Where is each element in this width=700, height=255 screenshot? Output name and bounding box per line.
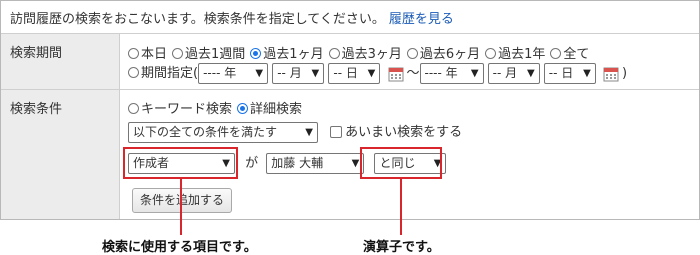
fuzzy-search-checkbox[interactable] (330, 126, 343, 138)
search-panel: 訪問履歴の検索をおこないます。検索条件を指定してください。 履歴を見る 検索期間 … (0, 0, 700, 220)
radio-icon (550, 48, 562, 59)
field-callout-line (180, 179, 182, 235)
radio-selected-icon (237, 103, 249, 114)
radio-selected-icon (250, 48, 262, 59)
period-option-today[interactable]: 本日 (128, 47, 167, 62)
condition-mode: キーワード検索 詳細検索 (128, 98, 307, 117)
radio-icon (328, 48, 340, 59)
period-option-3months[interactable]: 過去3ヶ月 (328, 47, 402, 62)
chevron-down-icon: ▼ (367, 68, 376, 79)
chevron-down-icon: ▼ (583, 68, 591, 79)
radio-icon (128, 103, 139, 114)
period-option-6months[interactable]: 過去6ヶ月 (406, 47, 480, 62)
value-select[interactable]: 加藤 大輔 ▼ (266, 153, 365, 174)
period-custom-row: 期間指定(---- 年 ▼ -- 月 ▼ -- 日 ▼ ～ ---- 年 ▼ -- 月 ▼ … (128, 62, 627, 84)
period-option-1year[interactable]: 過去1年 (485, 47, 545, 62)
match-mode-select[interactable]: 以下の全ての条件を満たす ▼ (128, 122, 318, 143)
chevron-down-icon: ▼ (351, 158, 360, 169)
radio-icon (128, 48, 139, 59)
mode-option-detail[interactable]: 詳細検索 (237, 102, 302, 117)
period-label: 検索期間 (10, 46, 63, 61)
period-presets: 本日 過去1週間 過去1ヶ月 過去3ヶ月 過去6ヶ月 過去1年 全て (128, 43, 594, 62)
period-option-1week[interactable]: 過去1週間 (172, 47, 245, 62)
field-select-highlight (123, 147, 238, 179)
calendar-icon[interactable] (603, 66, 619, 82)
period-separator: ～ (406, 66, 420, 81)
match-row: 以下の全ての条件を満たす ▼ あいまい検索をする (128, 121, 462, 143)
field-callout-text: 検索に使用する項目です。 (102, 240, 257, 255)
period-label-cell: 検索期間 (1, 34, 120, 89)
operator-callout-text: 演算子です。 (363, 240, 440, 255)
add-condition-button[interactable]: 条件を追加する (132, 188, 233, 213)
period-close: ) (621, 66, 628, 81)
radio-icon (406, 48, 418, 59)
calendar-icon[interactable] (388, 66, 404, 82)
to-year-select[interactable]: ---- 年 ▼ (419, 63, 484, 84)
radio-icon (172, 48, 184, 59)
chevron-down-icon: ▼ (526, 68, 535, 79)
operator-callout-line (400, 179, 402, 235)
particle-text: が (245, 156, 259, 171)
intro-line: 訪問履歴の検索をおこないます。検索条件を指定してください。 履歴を見る (10, 8, 454, 27)
intro-text: 訪問履歴の検索をおこないます。検索条件を指定してください。 (10, 12, 385, 27)
period-option-custom[interactable]: 期間指定( (128, 66, 198, 81)
mode-option-keyword[interactable]: キーワード検索 (128, 102, 232, 117)
from-month-select[interactable]: -- 月 ▼ (272, 63, 325, 84)
to-month-select[interactable]: -- 月 ▼ (487, 63, 540, 84)
period-option-1month[interactable]: 過去1ヶ月 (250, 47, 324, 62)
condition-label: 検索条件 (10, 102, 63, 117)
fuzzy-search-option[interactable]: あいまい検索をする (330, 125, 462, 140)
to-day-select[interactable]: -- 日 ▼ (543, 63, 596, 84)
chevron-down-icon: ▼ (470, 68, 479, 79)
history-link[interactable]: 履歴を見る (389, 12, 454, 27)
from-day-select[interactable]: -- 日 ▼ (328, 63, 381, 84)
from-year-select[interactable]: ---- 年 ▼ (198, 63, 269, 84)
radio-icon (485, 48, 497, 59)
operator-select-highlight (360, 147, 442, 179)
chevron-down-icon: ▼ (305, 127, 313, 138)
period-option-all[interactable]: 全て (550, 47, 589, 62)
chevron-down-icon: ▼ (311, 68, 320, 79)
radio-icon (128, 67, 139, 78)
condition-label-cell: 検索条件 (1, 90, 120, 219)
chevron-down-icon: ▼ (255, 68, 264, 79)
